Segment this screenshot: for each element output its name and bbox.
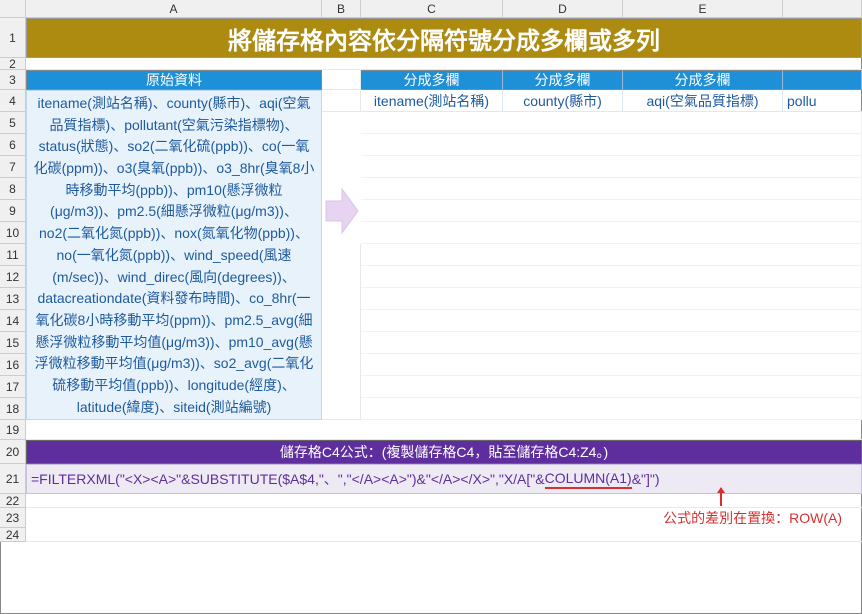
row-header-24[interactable]: 24 xyxy=(0,528,26,542)
row-header-16[interactable]: 16 xyxy=(0,354,26,376)
row-header-7[interactable]: 7 xyxy=(0,156,26,178)
row-header-14[interactable]: 14 xyxy=(0,310,26,332)
col-header-A[interactable]: A xyxy=(26,0,322,18)
header-result-f xyxy=(783,70,862,90)
row-header-5[interactable]: 5 xyxy=(0,112,26,134)
row-header-6[interactable]: 6 xyxy=(0,134,26,156)
row-header-9[interactable]: 9 xyxy=(0,200,26,222)
row-header-12[interactable]: 12 xyxy=(0,266,26,288)
formula-cell[interactable]: =FILTERXML("<X><A>"&SUBSTITUTE($A$4,"、",… xyxy=(26,464,862,494)
row-header-19[interactable]: 19 xyxy=(0,420,26,440)
cell-C4[interactable]: itename(測站名稱) xyxy=(361,90,503,112)
formula-note: 公式的差別在置換：ROW(A) xyxy=(26,508,862,528)
col-header-E[interactable]: E xyxy=(623,0,783,18)
row-header-18[interactable]: 18 xyxy=(0,398,26,420)
col-header-C[interactable]: C xyxy=(361,0,503,18)
row-header-1[interactable]: 1 xyxy=(0,18,26,58)
row-header-2[interactable]: 2 xyxy=(0,58,26,70)
row-header-20[interactable]: 20 xyxy=(0,440,26,464)
arrow-up-icon xyxy=(720,492,722,506)
header-result-d: 分成多欄 xyxy=(503,70,623,90)
select-all-corner[interactable] xyxy=(0,0,26,18)
row-header-23[interactable]: 23 xyxy=(0,508,26,528)
header-result-e: 分成多欄 xyxy=(623,70,783,90)
row-header-13[interactable]: 13 xyxy=(0,288,26,310)
formula-text-post: &"]") xyxy=(632,471,660,487)
original-data-cell[interactable]: itename(測站名稱)、county(縣市)、aqi(空氣品質指標)、pol… xyxy=(26,90,322,420)
col-header-D[interactable]: D xyxy=(503,0,623,18)
row-header-22[interactable]: 22 xyxy=(0,494,26,508)
row-header-15[interactable]: 15 xyxy=(0,332,26,354)
formula-text-pre: =FILTERXML("<X><A>"&SUBSTITUTE($A$4,"、",… xyxy=(31,469,545,489)
row-header-10[interactable]: 10 xyxy=(0,222,26,244)
title-banner: 將儲存格內容依分隔符號分成多欄或多列 xyxy=(26,18,862,58)
note-text: 公式的差別在置換：ROW(A) xyxy=(663,508,842,528)
formula-highlight: COLUMN(A1) xyxy=(545,470,632,489)
col-header-F[interactable] xyxy=(783,0,862,18)
row-header-4[interactable]: 4 xyxy=(0,90,26,112)
header-original-data: 原始資料 xyxy=(26,70,322,90)
cell-F4[interactable]: pollu xyxy=(783,90,862,112)
row-header-3[interactable]: 3 xyxy=(0,70,26,90)
header-result-c: 分成多欄 xyxy=(361,70,503,90)
row-header-17[interactable]: 17 xyxy=(0,376,26,398)
row-header-11[interactable]: 11 xyxy=(0,244,26,266)
col-header-B[interactable]: B xyxy=(322,0,361,18)
row-header-21[interactable]: 21 xyxy=(0,464,26,494)
arrow-icon xyxy=(322,178,361,244)
cell-E4[interactable]: aqi(空氣品質指標) xyxy=(623,90,783,112)
row-header-8[interactable]: 8 xyxy=(0,178,26,200)
formula-header: 儲存格C4公式：(複製儲存格C4，貼至儲存格C4:Z4。) xyxy=(26,440,862,464)
cell-D4[interactable]: county(縣市) xyxy=(503,90,623,112)
